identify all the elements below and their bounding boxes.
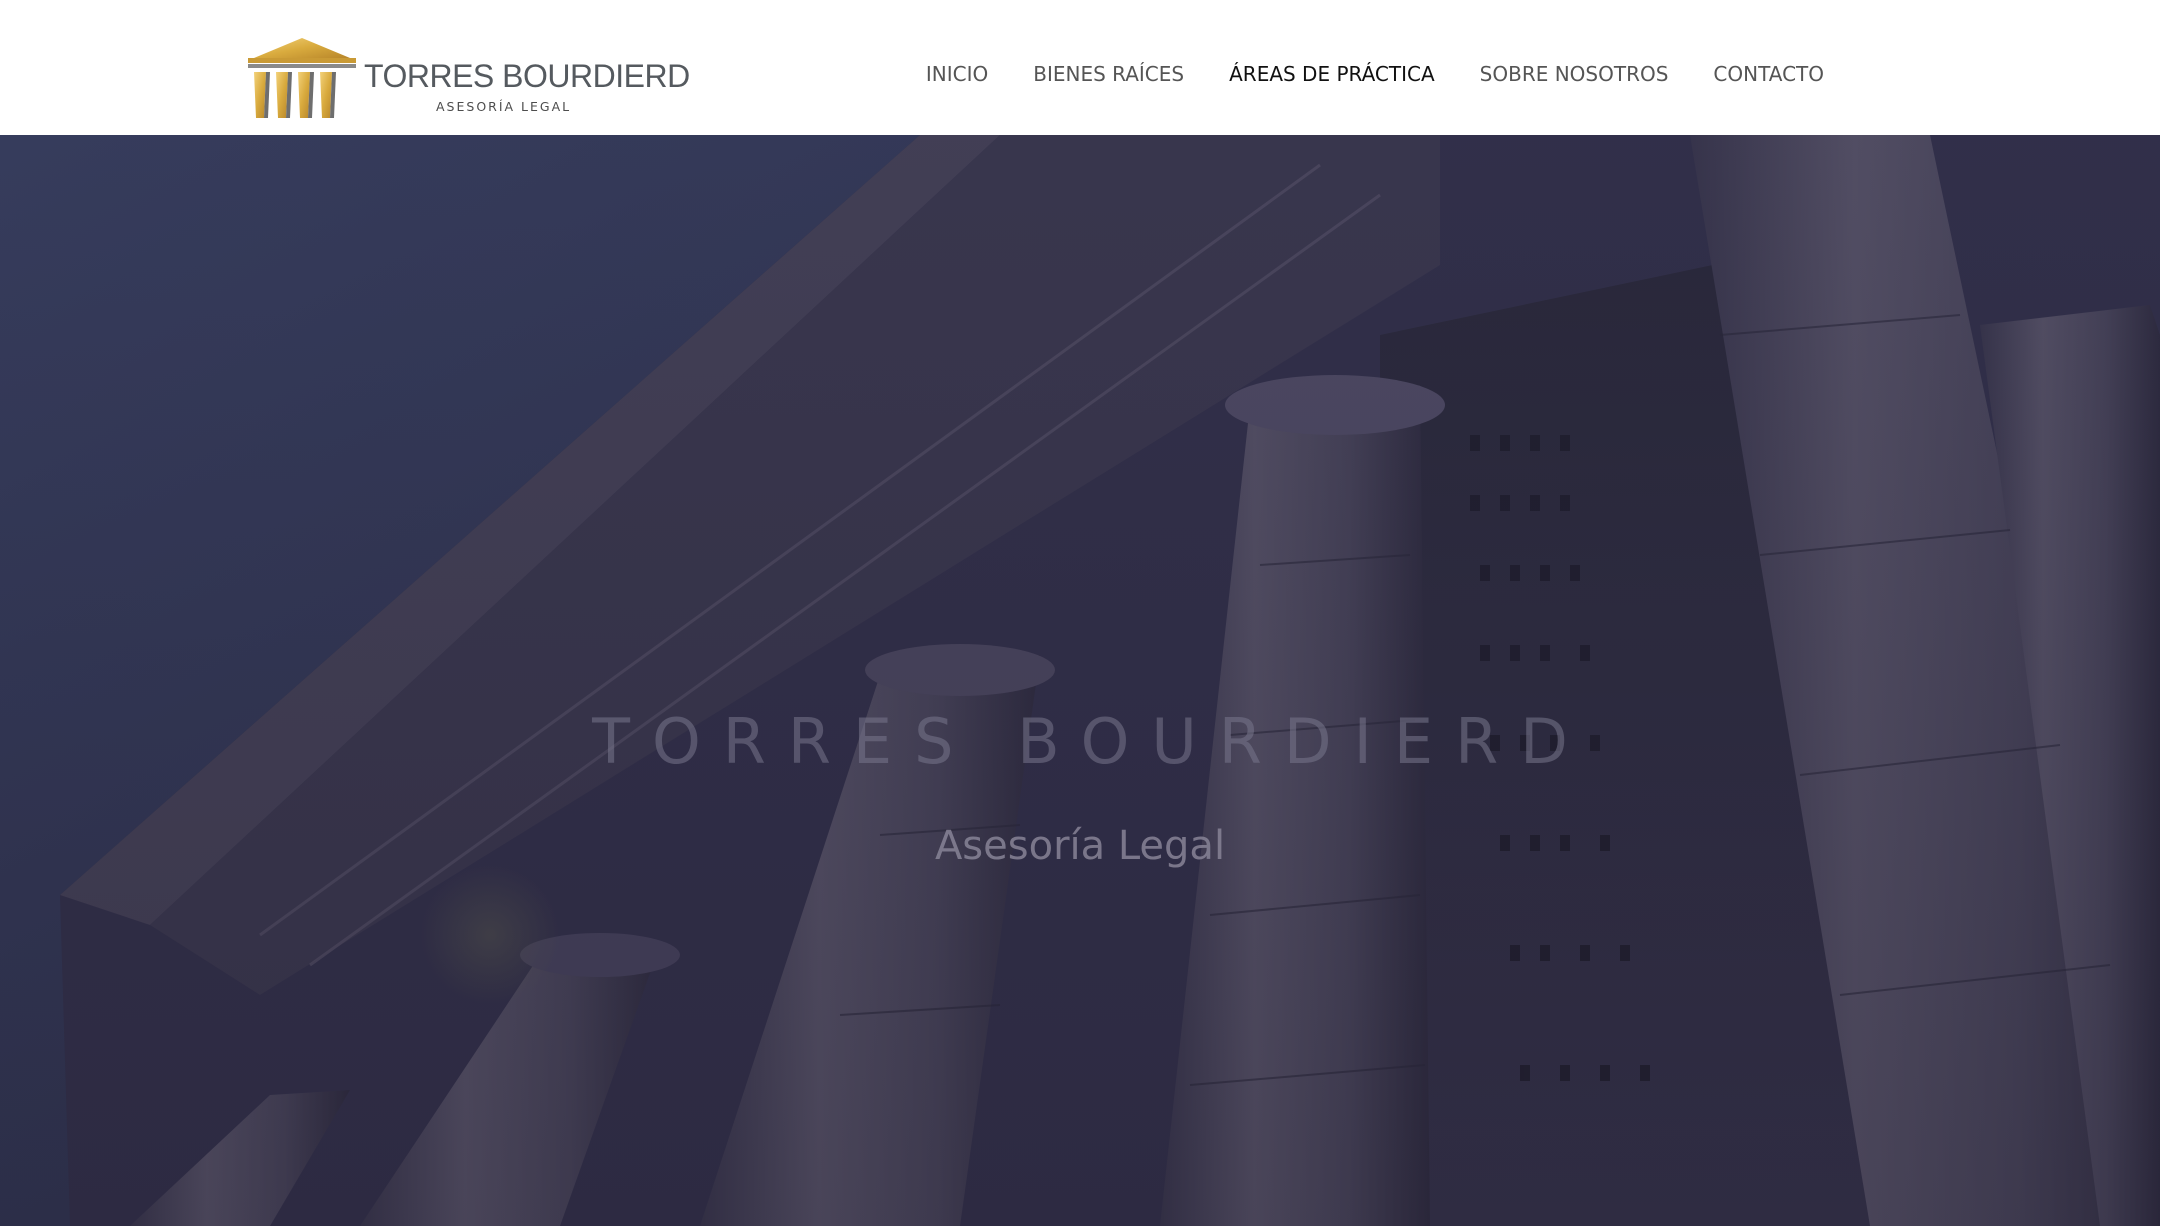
site-logo[interactable]: TORRES BOURDIERD ASESORÍA LEGAL	[246, 36, 690, 122]
hero-tint-overlay	[0, 135, 2160, 1226]
logo-tagline: ASESORÍA LEGAL	[436, 99, 572, 114]
main-nav: INICIO BIENES RAÍCES ÁREAS DE PRÁCTICA S…	[926, 58, 1824, 90]
temple-columns-icon	[248, 38, 356, 118]
logo-name: TORRES BOURDIERD	[364, 58, 690, 94]
nav-areas-de-practica[interactable]: ÁREAS DE PRÁCTICA	[1229, 58, 1435, 90]
nav-contacto[interactable]: CONTACTO	[1713, 58, 1824, 90]
nav-inicio[interactable]: INICIO	[926, 58, 988, 90]
site-header: TORRES BOURDIERD ASESORÍA LEGAL INICIO B…	[0, 0, 2160, 135]
nav-sobre-nosotros[interactable]: SOBRE NOSOTROS	[1480, 58, 1669, 90]
hero-subtitle: Asesoría Legal	[934, 823, 1226, 869]
hero-title: TORRES BOURDIERD	[592, 705, 1590, 778]
nav-bienes-raices[interactable]: BIENES RAÍCES	[1033, 58, 1184, 90]
hero-section: TORRES BOURDIERD Asesoría Legal	[0, 135, 2160, 1226]
